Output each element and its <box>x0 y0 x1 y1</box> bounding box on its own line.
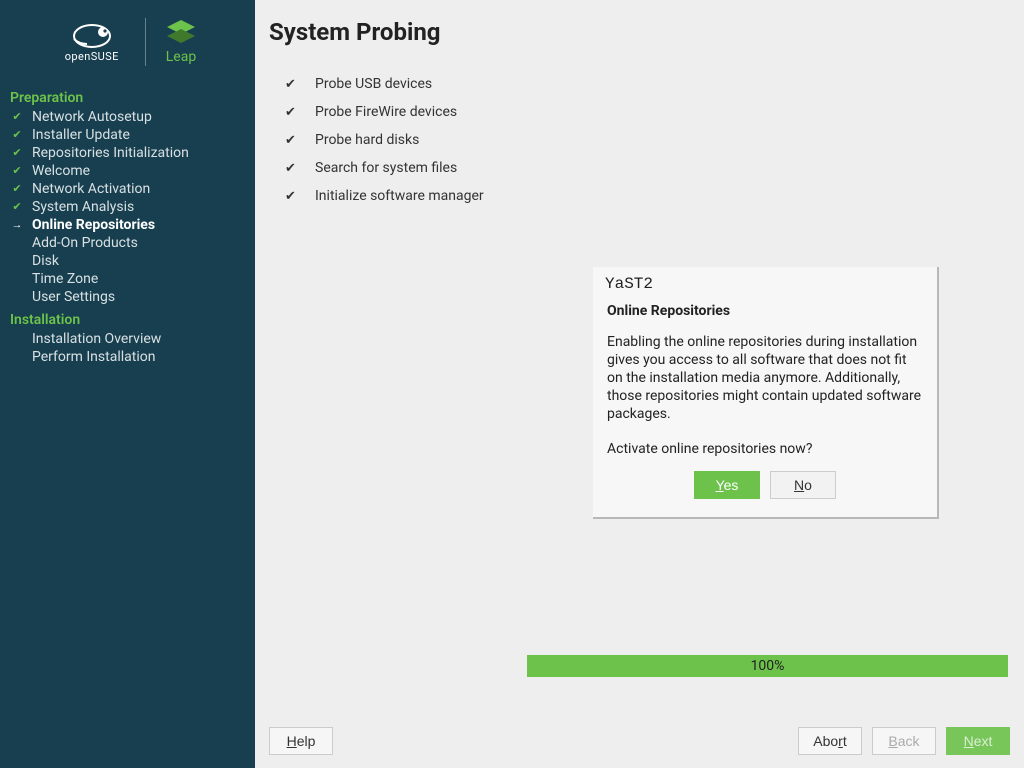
nav-item: •User Settings <box>10 288 245 306</box>
leap-icon <box>167 20 195 46</box>
nav-item-label: User Settings <box>24 288 115 306</box>
nav-item-label: Network Autosetup <box>24 108 152 126</box>
check-icon: ✔ <box>10 162 24 180</box>
opensuse-logo: openSUSE <box>59 22 125 63</box>
nav-heading: Preparation <box>10 88 245 108</box>
dialog-online-repositories: YaST2 Online Repositories Enabling the o… <box>593 267 939 519</box>
nav-item: ✔Network Autosetup <box>10 108 245 126</box>
progress-text: 100% <box>751 658 785 674</box>
dialog-title: YaST2 <box>593 267 937 297</box>
nav-item: •Add-On Products <box>10 234 245 252</box>
dialog-question: Activate online repositories now? <box>607 441 923 457</box>
probe-item: ✔Probe USB devices <box>285 76 1024 92</box>
nav-item-label: System Analysis <box>24 198 134 216</box>
progress-bar: 100% <box>527 655 1008 677</box>
probe-item: ✔Probe hard disks <box>285 132 1024 148</box>
nav-item: ✔Installer Update <box>10 126 245 144</box>
check-icon: ✔ <box>10 180 24 198</box>
next-button: Next <box>946 727 1010 755</box>
footer: Help Abort Back Next <box>255 714 1024 768</box>
check-icon: ✔ <box>10 144 24 162</box>
help-button[interactable]: Help <box>269 727 333 755</box>
dialog-text: Enabling the online repositories during … <box>607 333 923 423</box>
check-icon: ✔ <box>10 126 24 144</box>
nav-item: •Disk <box>10 252 245 270</box>
dialog-heading: Online Repositories <box>607 303 923 319</box>
nav-item: •Time Zone <box>10 270 245 288</box>
back-button: Back <box>872 727 936 755</box>
abort-button[interactable]: Abort <box>798 727 862 755</box>
probe-label: Probe FireWire devices <box>315 104 457 120</box>
nav-item-label: Time Zone <box>24 270 98 288</box>
logo-separator <box>145 18 146 66</box>
nav-item-label: Installation Overview <box>24 330 161 348</box>
probe-item: ✔Probe FireWire devices <box>285 104 1024 120</box>
nav-item: •Perform Installation <box>10 348 245 366</box>
probe-label: Initialize software manager <box>315 188 484 204</box>
nav-item-label: Network Activation <box>24 180 150 198</box>
nav-item-label: Online Repositories <box>24 216 155 234</box>
page-title: System Probing <box>269 18 1024 46</box>
nav-item-label: Repositories Initialization <box>24 144 189 162</box>
yes-button[interactable]: Yes <box>694 471 760 499</box>
probe-label: Search for system files <box>315 160 457 176</box>
logo-area: openSUSE Leap <box>0 0 255 84</box>
arrow-icon: → <box>10 216 24 234</box>
nav-item: ✔Welcome <box>10 162 245 180</box>
progress-bar-container: 100% <box>527 655 1008 677</box>
nav-item: •Installation Overview <box>10 330 245 348</box>
gecko-icon <box>59 22 125 52</box>
probe-item: ✔Search for system files <box>285 160 1024 176</box>
nav-item-label: Disk <box>24 252 59 270</box>
nav-item: →Online Repositories <box>10 216 245 234</box>
nav-heading: Installation <box>10 310 245 330</box>
check-icon: ✔ <box>285 161 315 176</box>
nav-item: ✔System Analysis <box>10 198 245 216</box>
leap-wordmark: Leap <box>166 49 196 65</box>
check-icon: ✔ <box>10 198 24 216</box>
check-icon: ✔ <box>285 105 315 120</box>
probe-label: Probe hard disks <box>315 132 419 148</box>
check-icon: ✔ <box>285 189 315 204</box>
probe-item: ✔Initialize software manager <box>285 188 1024 204</box>
nav-item: ✔Repositories Initialization <box>10 144 245 162</box>
nav-item: ✔Network Activation <box>10 180 245 198</box>
leap-logo: Leap <box>166 20 196 65</box>
check-icon: ✔ <box>285 133 315 148</box>
no-button[interactable]: No <box>770 471 836 499</box>
check-icon: ✔ <box>10 108 24 126</box>
opensuse-wordmark: openSUSE <box>65 50 119 63</box>
nav-item-label: Add-On Products <box>24 234 138 252</box>
sidebar: openSUSE Leap Preparation✔Network Autose… <box>0 0 255 768</box>
probe-list: ✔Probe USB devices✔Probe FireWire device… <box>285 76 1024 204</box>
nav-item-label: Installer Update <box>24 126 130 144</box>
nav-item-label: Welcome <box>24 162 90 180</box>
main-content: System Probing ✔Probe USB devices✔Probe … <box>255 0 1024 768</box>
probe-label: Probe USB devices <box>315 76 432 92</box>
check-icon: ✔ <box>285 77 315 92</box>
nav-item-label: Perform Installation <box>24 348 155 366</box>
